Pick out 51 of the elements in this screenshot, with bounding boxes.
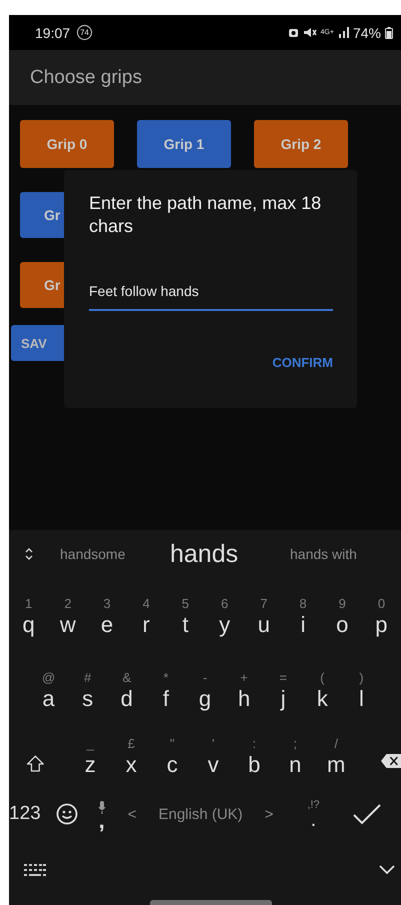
key[interactable]: ' v — [192, 736, 234, 784]
suggestion[interactable]: hands with — [290, 546, 357, 562]
key[interactable]: 7 u — [244, 596, 284, 644]
key[interactable]: # s — [68, 670, 108, 718]
key[interactable]: ; n — [274, 736, 316, 784]
mute-icon — [302, 27, 317, 38]
app-title: Choose grips — [30, 66, 142, 88]
key[interactable]: 0 p — [362, 596, 401, 644]
key[interactable]: - g — [185, 670, 225, 718]
key[interactable]: ( k — [302, 670, 342, 718]
hide-keyboard-icon[interactable] — [379, 865, 395, 875]
key[interactable]: & d — [107, 670, 146, 718]
symbols-key[interactable]: 123 — [9, 803, 41, 825]
key[interactable]: @ a — [29, 670, 68, 718]
notification-badge: 74 — [77, 25, 92, 40]
signal-icon — [338, 27, 349, 38]
period-key[interactable]: ,!? . — [301, 799, 326, 829]
clock: 19:07 — [35, 24, 70, 40]
key[interactable]: 9 o — [322, 596, 362, 644]
expand-icon[interactable] — [24, 546, 34, 562]
key[interactable]: / m — [316, 736, 357, 784]
grip-button[interactable]: Gr — [20, 192, 64, 238]
key[interactable]: 8 i — [283, 596, 323, 644]
check-icon[interactable] — [353, 803, 382, 825]
dialog-title: Enter the path name, max 18 chars — [89, 192, 322, 238]
battery-percent: 74% — [352, 24, 381, 40]
key[interactable]: 3 e — [87, 596, 127, 644]
key[interactable]: 6 y — [205, 596, 244, 644]
key[interactable]: _ z — [70, 736, 111, 784]
key[interactable]: " c — [152, 736, 193, 784]
key[interactable]: 5 t — [166, 596, 206, 644]
key[interactable]: + h — [224, 670, 264, 718]
key[interactable]: 2 w — [48, 596, 88, 644]
key[interactable]: 4 r — [126, 596, 166, 644]
key[interactable]: = j — [264, 670, 303, 718]
microphone-icon — [98, 800, 106, 814]
suggestion[interactable]: hands — [170, 540, 290, 568]
key[interactable]: 1 q — [9, 596, 48, 644]
key[interactable]: £ x — [110, 736, 152, 784]
space-bar[interactable]: < English (UK) > — [128, 806, 274, 822]
input-field[interactable]: Feet follow hands — [89, 283, 333, 311]
keyboard-icon[interactable] — [24, 864, 46, 876]
suggestion[interactable]: handsome — [60, 546, 170, 562]
backspace-icon[interactable] — [380, 752, 401, 770]
emoji-icon[interactable] — [56, 803, 78, 825]
key[interactable]: ) l — [342, 670, 381, 718]
key[interactable]: * f — [146, 670, 186, 718]
key[interactable]: : b — [234, 736, 275, 784]
confirm-button[interactable]: CONFIRM — [270, 353, 335, 372]
battery-icon — [385, 26, 393, 38]
grip-button[interactable]: Grip 1 — [137, 120, 231, 168]
